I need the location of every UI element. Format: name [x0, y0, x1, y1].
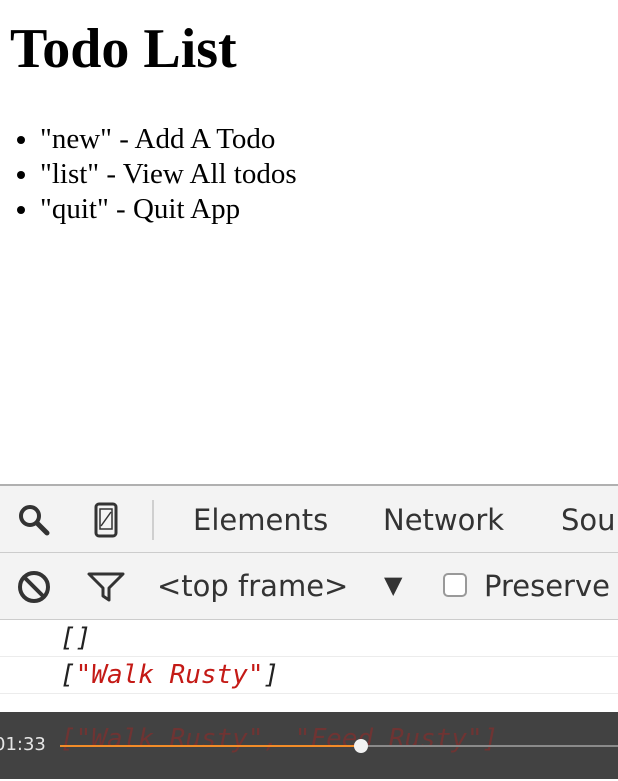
command-list: "new" - Add A Todo "list" - View All tod… [0, 122, 297, 227]
list-item: "list" - View All todos [40, 157, 297, 192]
preserve-log-label: Preserve [484, 569, 610, 603]
video-player-bar: ["Walk Rusty", "Feed Rusty"] 01:33 [0, 712, 618, 779]
tab-network[interactable]: Network [383, 503, 504, 537]
list-item: "new" - Add A Todo [40, 122, 297, 157]
seek-bar-progress [60, 745, 362, 747]
devtools-toolbar: Elements Network Sou [0, 486, 618, 553]
page-title: Todo List [10, 18, 237, 80]
list-item: "quit" - Quit App [40, 192, 297, 227]
tab-elements[interactable]: Elements [193, 503, 328, 537]
console-log-line: ["Walk Rusty"] [0, 657, 618, 694]
frame-selector[interactable]: <top frame> [157, 569, 348, 603]
toolbar-divider [152, 500, 154, 540]
preserve-log-checkbox[interactable] [443, 573, 467, 597]
console-filter-bar: <top frame> ▼ Preserve [0, 553, 618, 620]
seek-bar[interactable] [60, 739, 618, 753]
search-icon[interactable] [16, 502, 52, 538]
tab-sources[interactable]: Sou [561, 503, 616, 537]
console-log-line: [] [0, 620, 618, 657]
clear-console-icon[interactable] [16, 569, 52, 605]
console-log-line: ["Walk Rusty", "Feed Rusty"] [60, 724, 499, 754]
filter-icon[interactable] [86, 569, 125, 605]
device-mode-icon[interactable] [88, 502, 124, 538]
chevron-down-icon[interactable]: ▼ [384, 571, 402, 599]
current-time: 01:33 [0, 734, 46, 755]
console-output: [] ["Walk Rusty"] [0, 620, 618, 694]
